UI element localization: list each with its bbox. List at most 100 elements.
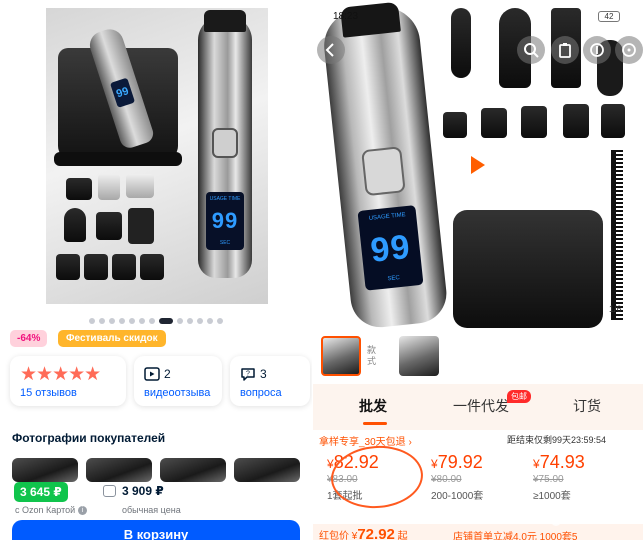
avito-logo-icon	[540, 504, 562, 526]
back-arrow-icon	[325, 43, 334, 57]
video-reviews-link: видеоотзыва	[144, 387, 211, 399]
carousel-dot[interactable]	[119, 318, 125, 324]
search-icon	[524, 43, 539, 58]
clipper-lcd: USAGE TIME 99 SEC	[206, 192, 244, 250]
customer-photo[interactable]	[234, 458, 300, 482]
hair-comb	[611, 150, 623, 320]
guide-comb-4	[140, 254, 164, 280]
price-tier: ¥74.93 ¥75.00 ≥1000套	[533, 452, 585, 502]
1688-product-page: 18:23 42 USAGE TIME 99 SEC 1/6 款式 批发 一件代…	[313, 0, 643, 540]
carousel-dot[interactable]	[139, 318, 145, 324]
reviews-link: 15 отзывов	[20, 387, 77, 399]
battery-icon: 42	[598, 11, 620, 22]
share-button[interactable]	[583, 36, 611, 64]
main-clipper: USAGE TIME 99 SEC	[198, 10, 252, 278]
guide-comb-5	[601, 104, 625, 138]
back-button[interactable]	[317, 36, 345, 64]
carousel-dot-active[interactable]	[159, 318, 173, 324]
more-button[interactable]	[615, 36, 643, 64]
attachment-comb	[66, 178, 92, 200]
tab-wholesale[interactable]: 批发	[359, 396, 387, 416]
carousel-dot[interactable]	[109, 318, 115, 324]
charging-stand	[453, 210, 603, 328]
product-gallery[interactable]: 18:23 42 USAGE TIME 99 SEC 1/6	[313, 0, 643, 331]
video-reviews-card[interactable]: 2 видеоотзыва	[134, 356, 222, 406]
rating-card[interactable]: ★★★★★ 15 отзывов	[10, 356, 126, 406]
product-image[interactable]: 99 USAGE TIME 99 SEC	[46, 8, 268, 304]
festival-badge[interactable]: Фестиваль скидок	[58, 330, 166, 347]
customer-photos-strip[interactable]	[12, 458, 312, 482]
carousel-dot[interactable]	[177, 318, 183, 324]
customer-photo[interactable]	[86, 458, 152, 482]
svg-text:?: ?	[246, 371, 250, 378]
avito-watermark: Avito	[540, 500, 640, 528]
screenshot-root: 99 USAGE TIME 99 SEC -64% Фестиваль скид…	[0, 0, 643, 540]
customer-photos-title: Фотографии покупателей	[12, 431, 166, 445]
tab-dropship[interactable]: 一件代发	[453, 396, 509, 416]
shop-discount-text: 店铺首单立减4.0元 1000套5	[453, 532, 578, 540]
ozon-card-price: 3 645 ₽	[14, 482, 68, 502]
info-icon[interactable]: i	[78, 506, 88, 516]
red-packet-price: 红包价 ¥72.92 起	[319, 526, 408, 540]
avito-wordmark: Avito	[566, 502, 613, 523]
video-icon	[144, 367, 160, 381]
price-tier: ¥82.92 ¥83.00 1套起批	[327, 442, 427, 512]
star-rating-icon: ★★★★★	[20, 364, 101, 385]
play-icon[interactable]	[471, 156, 485, 174]
tab-order[interactable]: 订货	[573, 396, 601, 416]
carousel-dots[interactable]	[0, 311, 312, 324]
carousel-dot[interactable]	[89, 318, 95, 324]
carousel-dot[interactable]	[207, 318, 213, 324]
status-time: 18:23	[333, 11, 359, 22]
attachment-blade	[96, 212, 122, 240]
variant-thumb[interactable]	[399, 336, 439, 376]
variant-thumb-selected[interactable]	[321, 336, 361, 376]
questions-card[interactable]: ? 3 вопроса	[230, 356, 310, 406]
carousel-dot[interactable]	[99, 318, 105, 324]
carousel-dot[interactable]	[187, 318, 193, 324]
regular-price-label: обычная цена	[122, 505, 181, 515]
add-to-cart-button[interactable]: В корзину	[12, 520, 300, 540]
customer-photo[interactable]	[160, 458, 226, 482]
attachment-shaver	[126, 174, 154, 198]
ozon-product-card: 99 USAGE TIME 99 SEC -64% Фестиваль скид…	[0, 0, 312, 540]
page-indicator: 1/6	[609, 304, 622, 314]
power-button	[212, 128, 238, 158]
attachment-cable	[128, 208, 154, 244]
carousel-dot[interactable]	[217, 318, 223, 324]
free-shipping-badge: 包邮	[507, 390, 531, 403]
guide-comb-1	[56, 254, 80, 280]
style-label: 款式	[367, 345, 377, 366]
guide-comb-3	[112, 254, 136, 280]
clipper-lcd: USAGE TIME 99 SEC	[357, 205, 424, 291]
guide-comb-1	[443, 112, 467, 138]
price-tier: ¥79.92 ¥80.00 200-1000套	[431, 452, 484, 502]
questions-link: вопроса	[240, 387, 282, 399]
carousel-dot[interactable]	[197, 318, 203, 324]
purchase-mode-tabs: 批发 一件代发 包邮 订货	[313, 384, 643, 430]
discount-badge: -64%	[10, 330, 48, 347]
carousel-dot[interactable]	[149, 318, 155, 324]
attachment-foil	[98, 174, 120, 200]
clipboard-icon	[559, 43, 571, 58]
small-lcd: 99	[109, 77, 136, 108]
guide-comb-3	[521, 106, 547, 138]
active-tab-underline	[363, 422, 387, 425]
search-button[interactable]	[517, 36, 545, 64]
wallet-icon	[103, 485, 116, 497]
carousel-dot[interactable]	[129, 318, 135, 324]
guide-comb-2	[84, 254, 108, 280]
power-button	[361, 146, 406, 197]
more-icon	[622, 43, 636, 57]
countdown-text: 距结束仅剩99天23:59:54	[507, 435, 607, 445]
clipboard-button[interactable]	[551, 36, 579, 64]
sample-promo-link[interactable]: 拿样专享_30天包退 ›	[319, 433, 412, 448]
customer-photo[interactable]	[12, 458, 78, 482]
attachment-nose	[64, 208, 86, 242]
guide-comb-2	[481, 108, 507, 138]
ozon-card-label: с Ozon Картой i	[15, 505, 88, 516]
share-icon	[590, 43, 604, 57]
attachment-brush	[451, 8, 471, 78]
question-icon: ?	[241, 368, 255, 381]
variant-strip: 款式	[313, 330, 643, 378]
